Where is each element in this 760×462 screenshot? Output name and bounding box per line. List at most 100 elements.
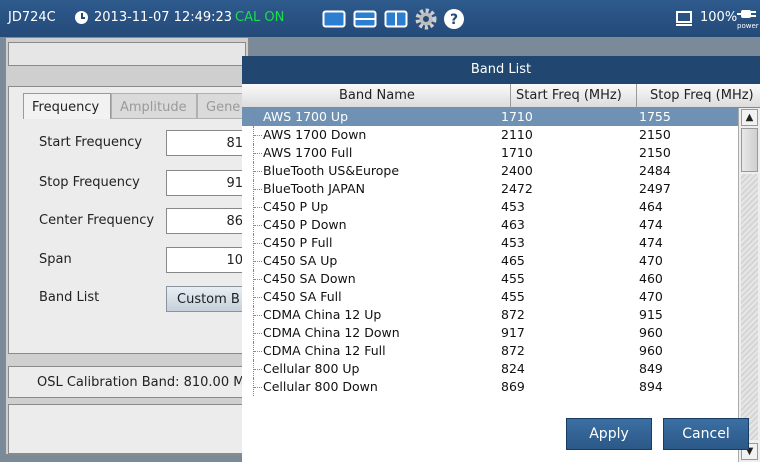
bottom-box [8, 404, 246, 454]
start-freq-cell: 463 [501, 217, 525, 232]
band-name-cell: CDMA China 12 Down [263, 325, 400, 340]
device-model: JD724C [8, 10, 56, 25]
tree-connector-icon [253, 306, 262, 324]
start-freq-cell: 824 [501, 361, 525, 376]
tree-connector-icon [253, 360, 262, 378]
status-bar: JD724C 2013-11-07 12:49:23 CAL ON ? 100%… [0, 0, 760, 37]
table-row[interactable]: AWS 1700 Down 2110 2150 [242, 126, 738, 144]
table-row[interactable]: Cellular 800 Up 824 849 [242, 360, 738, 378]
column-band-name[interactable]: Band Name [339, 88, 415, 103]
table-row[interactable]: C450 SA Down 455 460 [242, 270, 738, 288]
table-row[interactable]: AWS 1700 Full 1710 2150 [242, 144, 738, 162]
column-stop-freq[interactable]: Stop Freq (MHz) [650, 88, 754, 103]
vertical-scrollbar[interactable]: ▲ ▼ [738, 108, 760, 462]
table-row[interactable]: C450 SA Up 465 470 [242, 252, 738, 270]
power-label: power [737, 22, 759, 30]
cal-status: CAL ON [235, 10, 285, 25]
band-name-cell: CDMA China 12 Full [263, 343, 386, 358]
band-name-cell: BlueTooth US&Europe [263, 163, 400, 178]
tree-connector-icon [253, 126, 262, 144]
stop-freq-cell: 2150 [639, 127, 671, 142]
table-row[interactable]: C450 P Down 463 474 [242, 216, 738, 234]
center-frequency-label: Center Frequency [39, 213, 155, 228]
tree-connector-icon [253, 198, 262, 216]
custom-band-button[interactable]: Custom B [166, 286, 250, 312]
band-name-cell: C450 P Down [263, 217, 347, 232]
center-frequency-field[interactable]: 86 [166, 208, 250, 234]
help-icon[interactable]: ? [443, 8, 465, 30]
band-table-header: Band Name Start Freq (MHz) Stop Freq (MH… [242, 84, 760, 108]
power-plug-icon [737, 10, 756, 18]
start-freq-cell: 453 [501, 199, 525, 214]
table-row[interactable]: CDMA China 12 Up 872 915 [242, 306, 738, 324]
svg-text:?: ? [450, 12, 458, 28]
dialog-title: Band List [470, 62, 532, 77]
tab-amplitude[interactable]: Amplitude [111, 93, 197, 119]
start-freq-cell: 465 [501, 253, 525, 268]
band-table: AWS 1700 Up 1710 1755 AWS 1700 Down 2110 2150… [242, 108, 738, 462]
stop-freq-cell: 2150 [639, 145, 671, 160]
dual-view-icon[interactable] [353, 9, 377, 29]
split-view-icon[interactable] [384, 9, 408, 29]
tree-connector-icon [253, 342, 262, 360]
band-name-cell: C450 P Up [263, 199, 329, 214]
stop-freq-cell: 894 [639, 379, 663, 394]
table-row[interactable]: C450 P Up 453 464 [242, 198, 738, 216]
start-frequency-field[interactable]: 81 [166, 130, 250, 156]
start-freq-cell: 455 [501, 271, 525, 286]
battery-level: 100% [700, 10, 738, 25]
table-row[interactable]: BlueTooth US&Europe 2400 2484 [242, 162, 738, 180]
span-field[interactable]: 10 [166, 247, 250, 273]
cancel-button[interactable]: Cancel [663, 418, 749, 450]
datetime: 2013-11-07 12:49:23 [94, 10, 233, 25]
column-divider [636, 84, 637, 108]
stop-freq-cell: 474 [639, 217, 663, 232]
screen-icon [676, 11, 692, 26]
tab-general[interactable]: Gene [197, 93, 247, 119]
start-freq-cell: 917 [501, 325, 525, 340]
band-name-cell: C450 SA Up [263, 253, 338, 268]
table-row[interactable]: CDMA China 12 Down 917 960 [242, 324, 738, 342]
table-row[interactable]: AWS 1700 Up 1710 1755 [242, 108, 738, 126]
stop-freq-cell: 470 [639, 289, 663, 304]
band-list-label: Band List [39, 290, 100, 305]
start-frequency-label: Start Frequency [39, 135, 143, 150]
scroll-track[interactable] [741, 174, 758, 440]
scroll-thumb[interactable] [741, 128, 758, 172]
tree-connector-icon [253, 180, 262, 198]
band-name-cell: C450 P Full [263, 235, 333, 250]
tree-connector-icon [253, 234, 262, 252]
osl-calibration-label: OSL Calibration Band: 810.00 M [37, 375, 245, 390]
scroll-up-icon[interactable]: ▲ [741, 109, 758, 126]
settings-panel: Frequency Amplitude Gene Start Frequency… [5, 37, 250, 455]
start-freq-cell: 872 [501, 343, 525, 358]
table-row[interactable]: C450 SA Full 455 470 [242, 288, 738, 306]
table-row[interactable]: BlueTooth JAPAN 2472 2497 [242, 180, 738, 198]
table-row[interactable]: C450 P Full 453 474 [242, 234, 738, 252]
start-freq-cell: 872 [501, 307, 525, 322]
settings-gear-icon[interactable] [414, 7, 438, 31]
span-label: Span [39, 252, 72, 267]
table-row[interactable]: Cellular 800 Down 869 894 [242, 378, 738, 396]
band-name-cell: AWS 1700 Up [263, 109, 349, 124]
stop-freq-cell: 960 [639, 343, 663, 358]
stop-freq-cell: 2497 [639, 181, 671, 196]
stop-freq-cell: 2484 [639, 163, 671, 178]
column-divider [510, 84, 511, 108]
stop-frequency-field[interactable]: 91 [166, 170, 250, 196]
tree-connector-icon [253, 270, 262, 288]
table-row[interactable]: CDMA China 12 Full 872 960 [242, 342, 738, 360]
start-freq-cell: 869 [501, 379, 525, 394]
start-freq-cell: 1710 [501, 109, 533, 124]
apply-button[interactable]: Apply [566, 418, 652, 450]
band-name-cell: C450 SA Full [263, 289, 342, 304]
single-view-icon[interactable] [322, 9, 346, 29]
stop-freq-cell: 474 [639, 235, 663, 250]
tree-connector-icon [253, 216, 262, 234]
column-start-freq[interactable]: Start Freq (MHz) [516, 88, 622, 103]
start-freq-cell: 2110 [501, 127, 533, 142]
stop-freq-cell: 460 [639, 271, 663, 286]
tab-frequency[interactable]: Frequency [23, 93, 111, 119]
tree-connector-icon [253, 252, 262, 270]
start-freq-cell: 453 [501, 235, 525, 250]
